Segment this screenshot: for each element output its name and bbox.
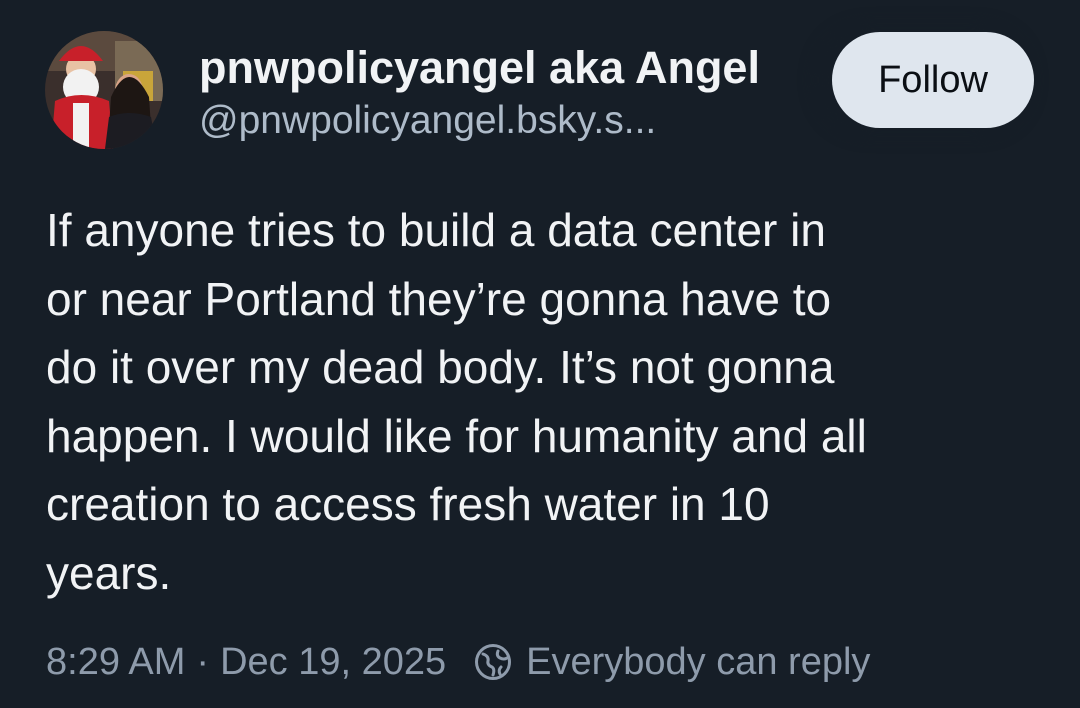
- post-meta: 8:29 AM · Dec 19, 2025 Everybody can rep…: [46, 634, 870, 690]
- post-card: pnwpolicyangel aka Angel @pnwpolicyangel…: [0, 0, 1080, 708]
- follow-button[interactable]: Follow: [832, 32, 1034, 128]
- post-date[interactable]: Dec 19, 2025: [220, 641, 446, 684]
- meta-separator: ·: [196, 640, 210, 683]
- author-display-name[interactable]: pnwpolicyangel aka Angel: [199, 40, 839, 96]
- globe-icon: [474, 643, 512, 681]
- avatar-photo: [45, 31, 163, 149]
- post-time[interactable]: 8:29 AM: [46, 641, 185, 684]
- author-info[interactable]: pnwpolicyangel aka Angel @pnwpolicyangel…: [199, 40, 839, 146]
- author-handle[interactable]: @pnwpolicyangel.bsky.s...: [199, 96, 839, 146]
- post-text: If anyone tries to build a data center i…: [46, 204, 867, 599]
- avatar[interactable]: [45, 31, 163, 149]
- reply-setting[interactable]: Everybody can reply: [526, 641, 870, 684]
